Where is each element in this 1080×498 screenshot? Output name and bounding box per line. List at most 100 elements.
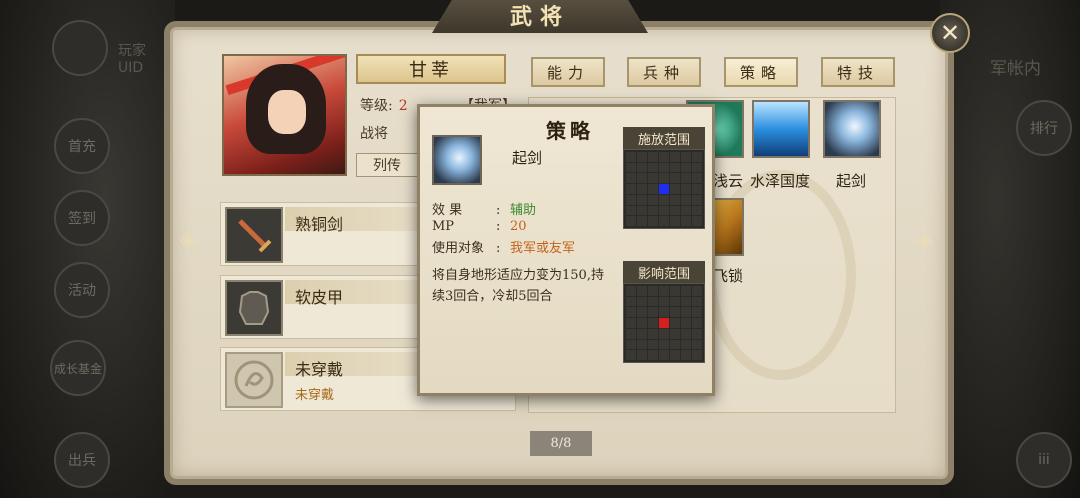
effect-range-grid <box>623 283 705 363</box>
grid-cell <box>692 173 702 184</box>
grid-cell <box>648 339 658 350</box>
grid-cell <box>659 152 669 162</box>
wave-skill-icon[interactable] <box>752 100 810 158</box>
grid-cell <box>626 307 636 318</box>
cast-center-cell <box>659 184 669 194</box>
grid-cell <box>670 350 680 360</box>
grid-cell <box>637 152 647 162</box>
grid-cell <box>670 296 680 307</box>
grid-cell <box>659 216 669 226</box>
grid-cell <box>637 318 647 328</box>
player-avatar[interactable] <box>52 20 108 76</box>
grid-cell <box>648 173 658 184</box>
sign-in-button[interactable]: 签到 <box>54 190 110 246</box>
grid-cell <box>626 194 636 205</box>
sword-icon <box>225 207 283 263</box>
role-label: 战将 <box>360 126 388 142</box>
general-name: 甘莘 <box>356 54 506 84</box>
grid-cell <box>692 318 702 328</box>
grid-cell <box>626 216 636 226</box>
grid-cell <box>659 350 669 360</box>
tab-strategy[interactable]: 策略 <box>724 57 798 87</box>
camp-label: 军帐内 <box>990 59 1041 79</box>
menu-button[interactable]: iii <box>1016 432 1072 488</box>
grid-cell <box>659 205 669 216</box>
grid-cell <box>659 296 669 307</box>
grid-cell <box>648 328 658 339</box>
player-uid-label: UID <box>118 60 144 76</box>
window-title: 武将 <box>509 4 570 30</box>
grid-cell <box>648 194 658 205</box>
grid-cell <box>692 339 702 350</box>
skill-description: 将自身地形适应力变为150,持续3回合，冷却5回合 <box>432 268 604 304</box>
strategy-detail-popup: 策略 起剑 效 果: 辅助 MP:20 使用对象: 我军或友军 将自身地形适应力变为… <box>417 104 715 396</box>
grid-cell <box>670 194 680 205</box>
activity-button[interactable]: 活动 <box>54 262 110 318</box>
grid-cell <box>681 339 691 350</box>
close-icon: ✕ <box>939 19 961 47</box>
prev-general-arrow-icon[interactable]: ◈ <box>180 228 197 253</box>
tab-special-skill[interactable]: 特技 <box>821 57 895 87</box>
grid-cell <box>648 286 658 296</box>
grid-cell <box>681 194 691 205</box>
sword-skill-icon <box>432 135 482 185</box>
grid-cell <box>659 162 669 173</box>
grid-cell <box>637 216 647 226</box>
tab-troops[interactable]: 兵种 <box>627 57 701 87</box>
sword-skill-icon[interactable] <box>823 100 881 158</box>
grid-cell <box>670 152 680 162</box>
grid-cell <box>692 205 702 216</box>
cast-range-grid <box>623 149 705 229</box>
grid-cell <box>681 205 691 216</box>
grid-cell <box>648 350 658 360</box>
grid-cell <box>692 350 702 360</box>
cast-range-label: 施放范围 <box>623 127 705 149</box>
skill-label: 飞锁 <box>713 267 744 285</box>
tab-ability[interactable]: 能力 <box>531 57 605 87</box>
next-general-arrow-icon[interactable]: ◈ <box>916 228 933 253</box>
grid-cell <box>681 296 691 307</box>
grid-cell <box>670 318 680 328</box>
ranking-button[interactable]: 排行 <box>1016 100 1072 156</box>
title-banner: 武将 <box>432 0 648 33</box>
close-button[interactable]: ✕ <box>930 13 970 53</box>
grid-cell <box>637 350 647 360</box>
equipment-name: 未穿戴 <box>295 360 344 379</box>
equipment-name: 软皮甲 <box>295 288 344 307</box>
grid-cell <box>670 328 680 339</box>
grid-cell <box>681 307 691 318</box>
player-name-partial: 玩家 <box>118 43 146 59</box>
grid-cell <box>637 173 647 184</box>
growth-fund-button[interactable]: 成长基金 <box>50 340 106 396</box>
armor-icon <box>225 280 283 336</box>
grid-cell <box>692 307 702 318</box>
grid-cell <box>670 339 680 350</box>
level-row: 等级: 2 <box>360 95 408 115</box>
grid-cell <box>659 328 669 339</box>
grid-cell <box>626 296 636 307</box>
grid-cell <box>648 318 658 328</box>
grid-cell <box>692 194 702 205</box>
page-indicator: 8/8 <box>530 431 592 456</box>
grid-cell <box>648 184 658 194</box>
grid-cell <box>692 328 702 339</box>
first-recharge-button[interactable]: 首充 <box>54 118 110 174</box>
grid-cell <box>626 328 636 339</box>
level-label: 等级: <box>360 98 393 114</box>
grid-cell <box>626 173 636 184</box>
grid-cell <box>626 339 636 350</box>
popup-skill-name: 起剑 <box>512 149 543 167</box>
skill-label: 水泽国度 <box>750 172 811 190</box>
dispatch-button[interactable]: 出兵 <box>54 432 110 488</box>
grid-cell <box>626 318 636 328</box>
grid-cell <box>648 205 658 216</box>
grid-cell <box>692 162 702 173</box>
grid-cell <box>692 286 702 296</box>
skill-label: 起剑 <box>836 172 867 190</box>
biography-button[interactable]: 列传 <box>356 153 418 177</box>
grid-cell <box>637 328 647 339</box>
grid-cell <box>626 350 636 360</box>
grid-cell <box>659 339 669 350</box>
grid-cell <box>659 286 669 296</box>
grid-cell <box>681 184 691 194</box>
